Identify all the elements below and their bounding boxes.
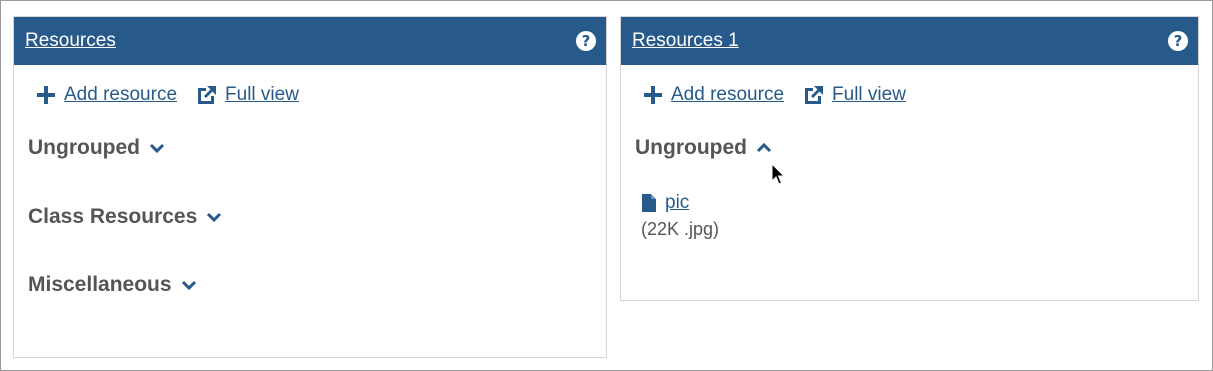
panel-toolbar: Add resource Full view [36,83,317,107]
group-class-resources[interactable]: Class Resources [28,205,222,229]
add-resource-label: Add resource [64,84,178,105]
group-ungrouped-expanded[interactable]: Ungrouped [635,136,772,160]
plus-icon [37,86,55,104]
panel-title-link[interactable]: Resources 1 [632,30,739,52]
group-label: Miscellaneous [28,273,172,296]
add-resource-button[interactable]: Add resource [36,84,177,106]
panel-toolbar: Add resource Full view [643,83,924,107]
group-miscellaneous[interactable]: Miscellaneous [28,273,197,297]
panel-header: Resources 1 ? [621,17,1198,65]
help-icon[interactable]: ? [1168,31,1188,51]
chevron-up-icon [756,142,772,153]
full-view-label: Full view [832,84,906,105]
help-icon[interactable]: ? [576,31,596,51]
group-label: Ungrouped [28,136,140,159]
file-link[interactable]: pic [665,192,689,214]
panel-title-link[interactable]: Resources [25,30,116,52]
file-icon [642,194,656,212]
external-arrow-icon [198,86,217,104]
full-view-button[interactable]: Full view [802,83,906,107]
add-resource-label: Add resource [671,84,785,105]
group-ungrouped[interactable]: Ungrouped [28,136,165,160]
chevron-down-icon [181,280,196,291]
resources-1-panel: Resources 1 ? Add resource Full view Ung… [620,16,1199,301]
group-label: Class Resources [28,205,198,228]
external-arrow-icon [805,86,824,104]
app-window: Resources ? Add resource Full view Ungro… [0,0,1213,371]
plus-icon [644,86,662,104]
panel-header: Resources ? [14,17,606,65]
full-view-label: Full view [225,84,299,105]
file-meta: (22K .jpg) [641,219,720,239]
full-view-button[interactable]: Full view [195,83,299,107]
resource-file-item: pic (22K .jpg) [641,192,719,240]
chevron-down-icon [207,212,222,223]
group-label: Ungrouped [635,136,747,159]
mouse-cursor-icon [771,163,786,185]
chevron-down-icon [149,143,165,154]
add-resource-button[interactable]: Add resource [643,84,784,106]
resources-panel: Resources ? Add resource Full view Ungro… [13,16,607,358]
